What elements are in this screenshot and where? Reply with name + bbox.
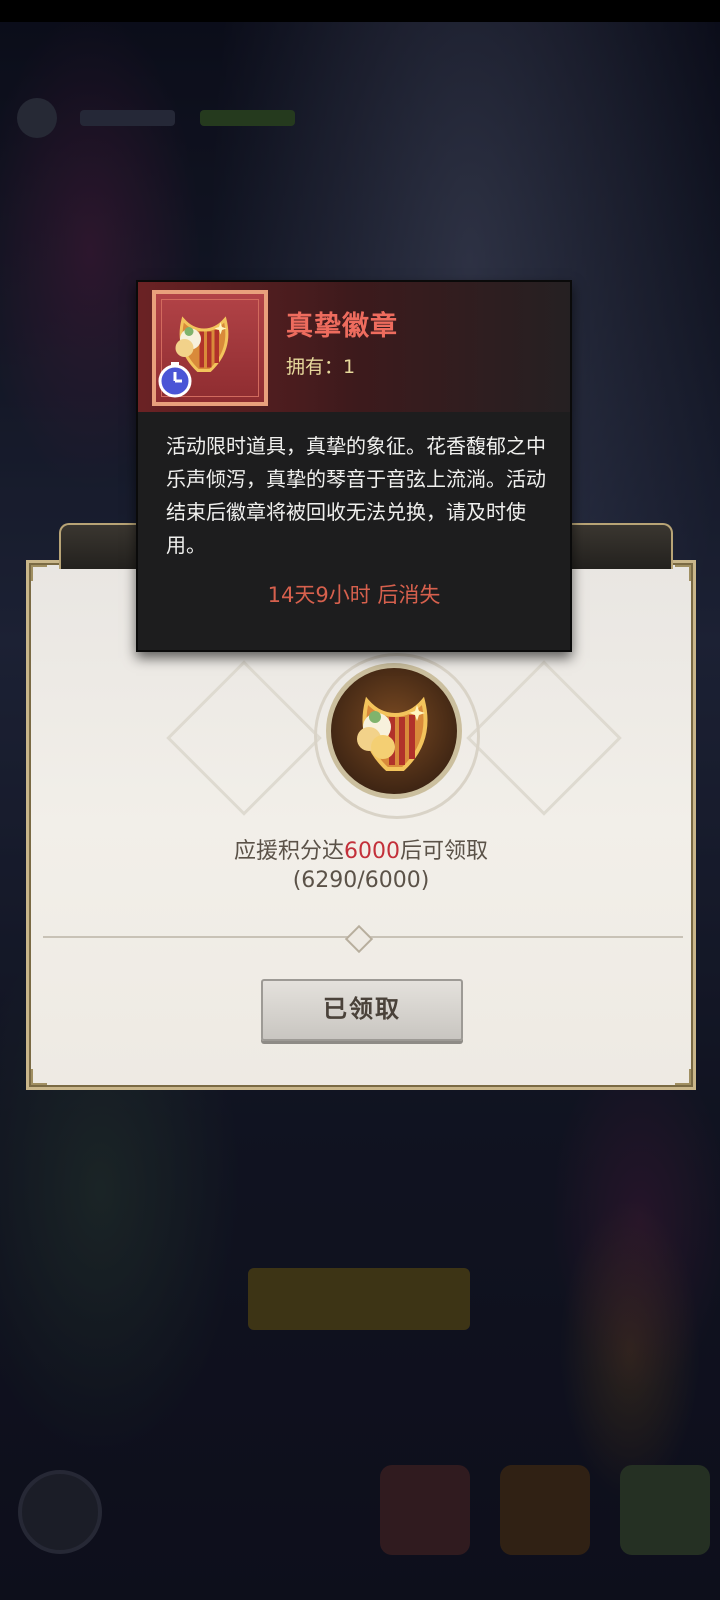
item-name: 真挚徽章 [286,311,398,342]
lyre-badge-icon [357,696,428,771]
tooltip-header: 真挚徽章 拥有：1 [138,282,570,412]
corner-ornament [31,1069,47,1085]
stopwatch-icon [158,362,192,398]
decorative-diamond [466,660,622,816]
requirement-suffix: 后可领取 [400,839,489,864]
claimed-button[interactable]: 已领取 [261,979,463,1041]
requirement-value: 6000 [344,839,400,864]
requirement-prefix: 应援积分达 [233,839,344,864]
item-description: 活动限时道具，真挚的象征。花香馥郁之中乐声倾泻，真挚的琴音于音弦上流淌。活动结束… [166,434,546,557]
owned-count: 拥有：1 [286,356,356,378]
corner-ornament [675,565,691,581]
corner-ornament [31,565,47,581]
decorative-diamond [166,660,322,816]
progress-text: (6290/6000) [292,868,430,893]
item-tooltip: 真挚徽章 拥有：1 活动限时道具，真挚的象征。花香馥郁之中乐声倾泻，真挚的琴音于… [136,280,572,652]
status-bar [0,0,720,22]
divider-ornament [344,924,374,954]
requirement-text: 应援积分达6000后可领取 [29,833,693,865]
expire-countdown: 14天9小时 后消失 [267,583,441,607]
corner-ornament [675,1069,691,1085]
